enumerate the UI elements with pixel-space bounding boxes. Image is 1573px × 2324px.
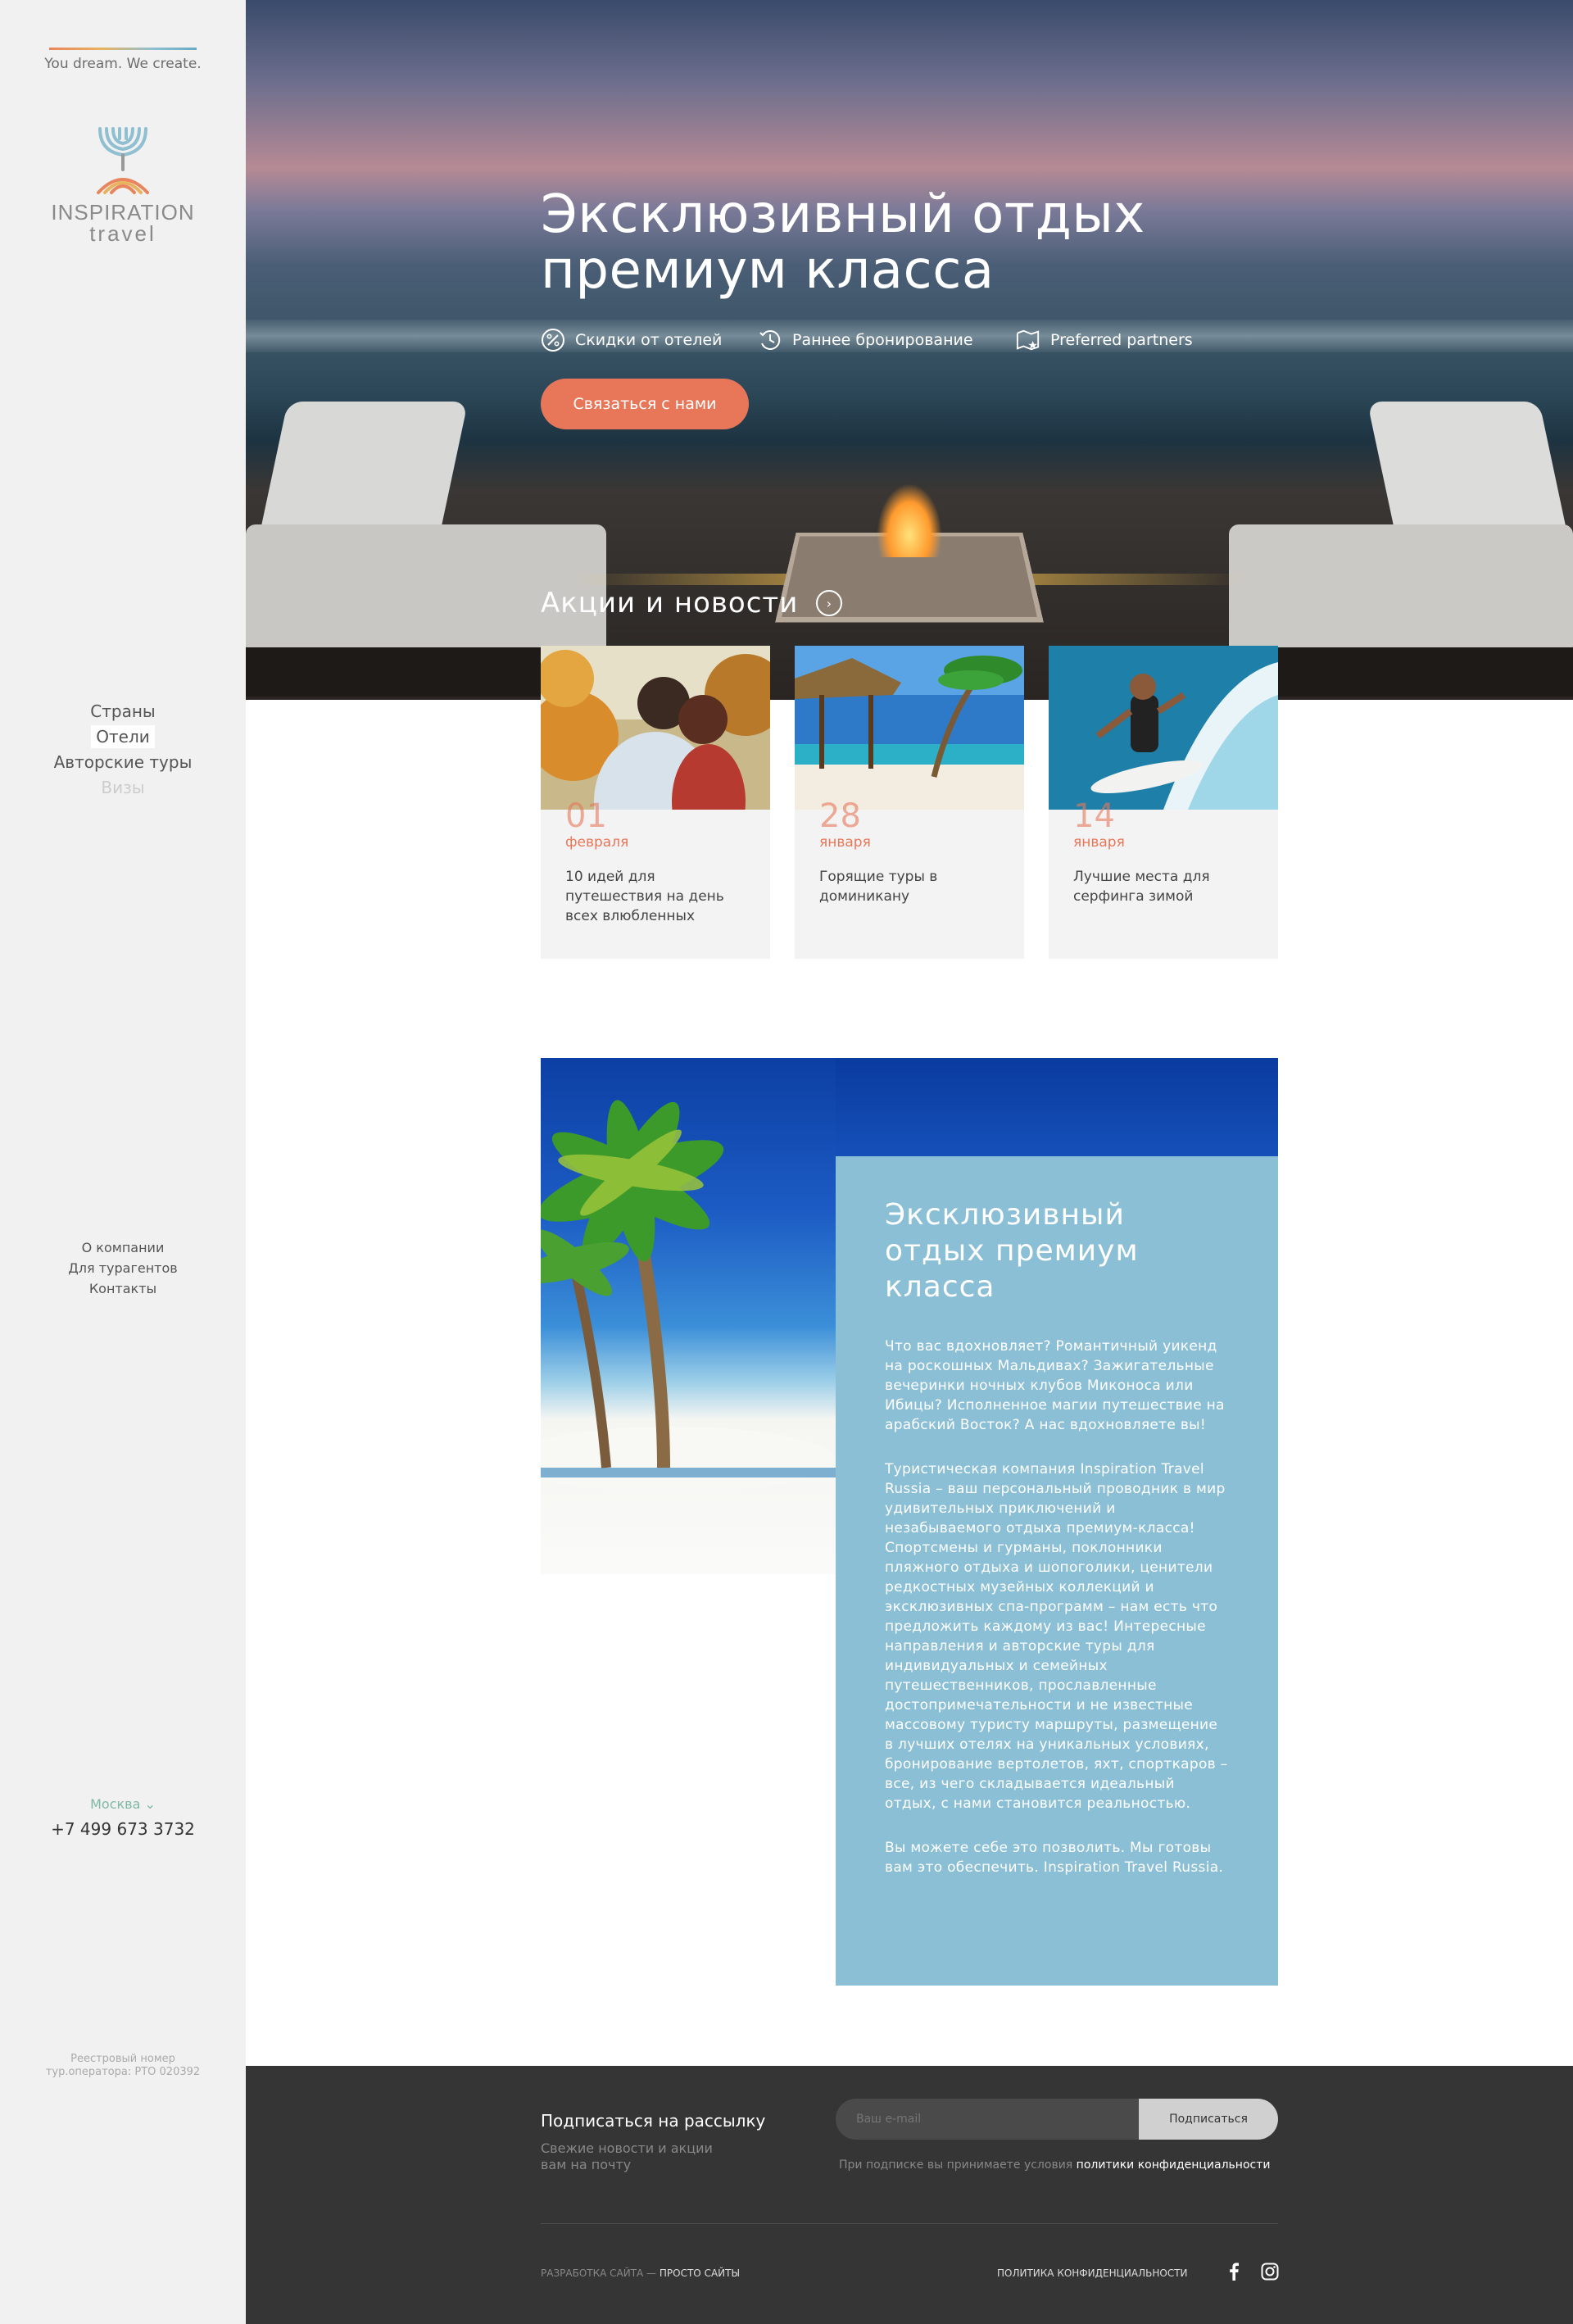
news-title: Лучшие места для серфинга зимой: [1073, 869, 1210, 905]
nav-visas[interactable]: Визы: [0, 775, 246, 801]
about-paragraph: Что вас вдохновляет? Романтичный уикенд …: [885, 1338, 1225, 1433]
nav-contacts[interactable]: Контакты: [0, 1278, 246, 1299]
facebook-icon[interactable]: [1224, 2262, 1244, 2281]
about-panel: Эксклюзивный отдых премиум класса Что ва…: [836, 1156, 1278, 1986]
nav-hotels[interactable]: Отели: [0, 724, 246, 750]
subscribe-button[interactable]: Подписаться: [1139, 2099, 1278, 2140]
subscribe-subtitle: Свежие новости и акции вам на почту: [541, 2140, 713, 2172]
registry-number: Реестровый номер тур.оператора: РТО 0203…: [45, 2053, 201, 2078]
about-title: Эксклюзивный отдых премиум класса: [885, 1198, 1139, 1304]
nav-agents[interactable]: Для турагентов: [0, 1258, 246, 1278]
news-day: 01: [565, 797, 607, 835]
news-card[interactable]: 28 января Горящие туры в доминикану: [795, 646, 1024, 959]
email-field[interactable]: [836, 2099, 1139, 2140]
instagram-icon[interactable]: [1260, 2262, 1280, 2281]
privacy-note: При подписке вы принимаете условия полит…: [839, 2158, 1271, 2172]
nav-countries[interactable]: Страны: [0, 699, 246, 724]
chevron-down-icon: ⌄: [144, 1796, 156, 1812]
feature-early-booking: Раннее бронирование: [758, 327, 973, 353]
secondary-nav: О компании Для турагентов Контакты: [0, 1237, 246, 1299]
news-month: февраля: [565, 834, 629, 851]
news-month: января: [1073, 834, 1125, 851]
news-image-beach: [795, 646, 1024, 810]
logo-subtext: travel: [89, 221, 156, 246]
news-day: 28: [819, 797, 861, 835]
main-nav: Страны Отели Авторские туры Визы: [0, 699, 246, 801]
page: You dream. We create. INSPIRATION travel…: [0, 0, 1573, 2324]
feature-preferred-partners: Preferred partners: [1016, 327, 1193, 353]
city-selector[interactable]: Москва ⌄: [0, 1796, 246, 1812]
tagline-divider: [49, 48, 197, 50]
about-palm-image: [541, 1058, 836, 1574]
map-star-icon: [1016, 328, 1040, 352]
nav-author-tours[interactable]: Авторские туры: [0, 750, 246, 775]
news-card[interactable]: 01 февраля 10 идей для путешествия на де…: [541, 646, 770, 959]
feature-discounts: Скидки от отелей: [541, 327, 722, 353]
news-title: Горящие туры в доминикану: [819, 869, 938, 905]
news-card[interactable]: 14 января Лучшие места для серфинга зимо…: [1049, 646, 1278, 959]
about-sky-band: [836, 1058, 1278, 1156]
footer-divider: [541, 2223, 1278, 2224]
about-paragraph: Вы можете себе это позволить. Мы готовы …: [885, 1840, 1224, 1876]
arrow-right-icon[interactable]: ›: [816, 590, 843, 616]
hero-title: Эксклюзивный отдых премиум класса: [541, 184, 1145, 301]
hero-sofa-right: [1229, 402, 1573, 697]
subscribe-title: Подписаться на рассылку: [541, 2111, 766, 2131]
news-day: 14: [1073, 797, 1115, 835]
sidebar: You dream. We create. INSPIRATION travel…: [0, 0, 246, 2324]
about-paragraph: Туристическая компания Inspiration Trave…: [885, 1461, 1228, 1812]
news-month: января: [819, 834, 871, 851]
privacy-policy-link[interactable]: ПОЛИТИКА КОНФИДЕНЦИАЛЬНОСТИ: [997, 2267, 1188, 2279]
phone-number[interactable]: +7 499 673 3732: [0, 1819, 246, 1839]
news-title: 10 идей для путешествия на день всех влю…: [565, 869, 724, 924]
contact-us-button[interactable]: Связаться с нами: [541, 379, 749, 429]
tagline: You dream. We create.: [44, 56, 202, 72]
developer-link[interactable]: ПРОСТО САЙТЫ: [660, 2267, 740, 2279]
nav-about[interactable]: О компании: [0, 1237, 246, 1258]
logo-icon[interactable]: [82, 119, 164, 201]
privacy-link[interactable]: политики конфиденциальности: [1077, 2158, 1271, 2172]
developer-credit: РАЗРАБОТКА САЙТА — ПРОСТО САЙТЫ: [541, 2267, 741, 2279]
news-image-surfer: [1049, 646, 1278, 810]
clock-icon: [758, 328, 782, 352]
news-heading[interactable]: Акции и новости ›: [541, 587, 843, 620]
percent-icon: [541, 328, 565, 352]
news-image-couple: [541, 646, 770, 810]
fire-icon: [877, 483, 942, 557]
